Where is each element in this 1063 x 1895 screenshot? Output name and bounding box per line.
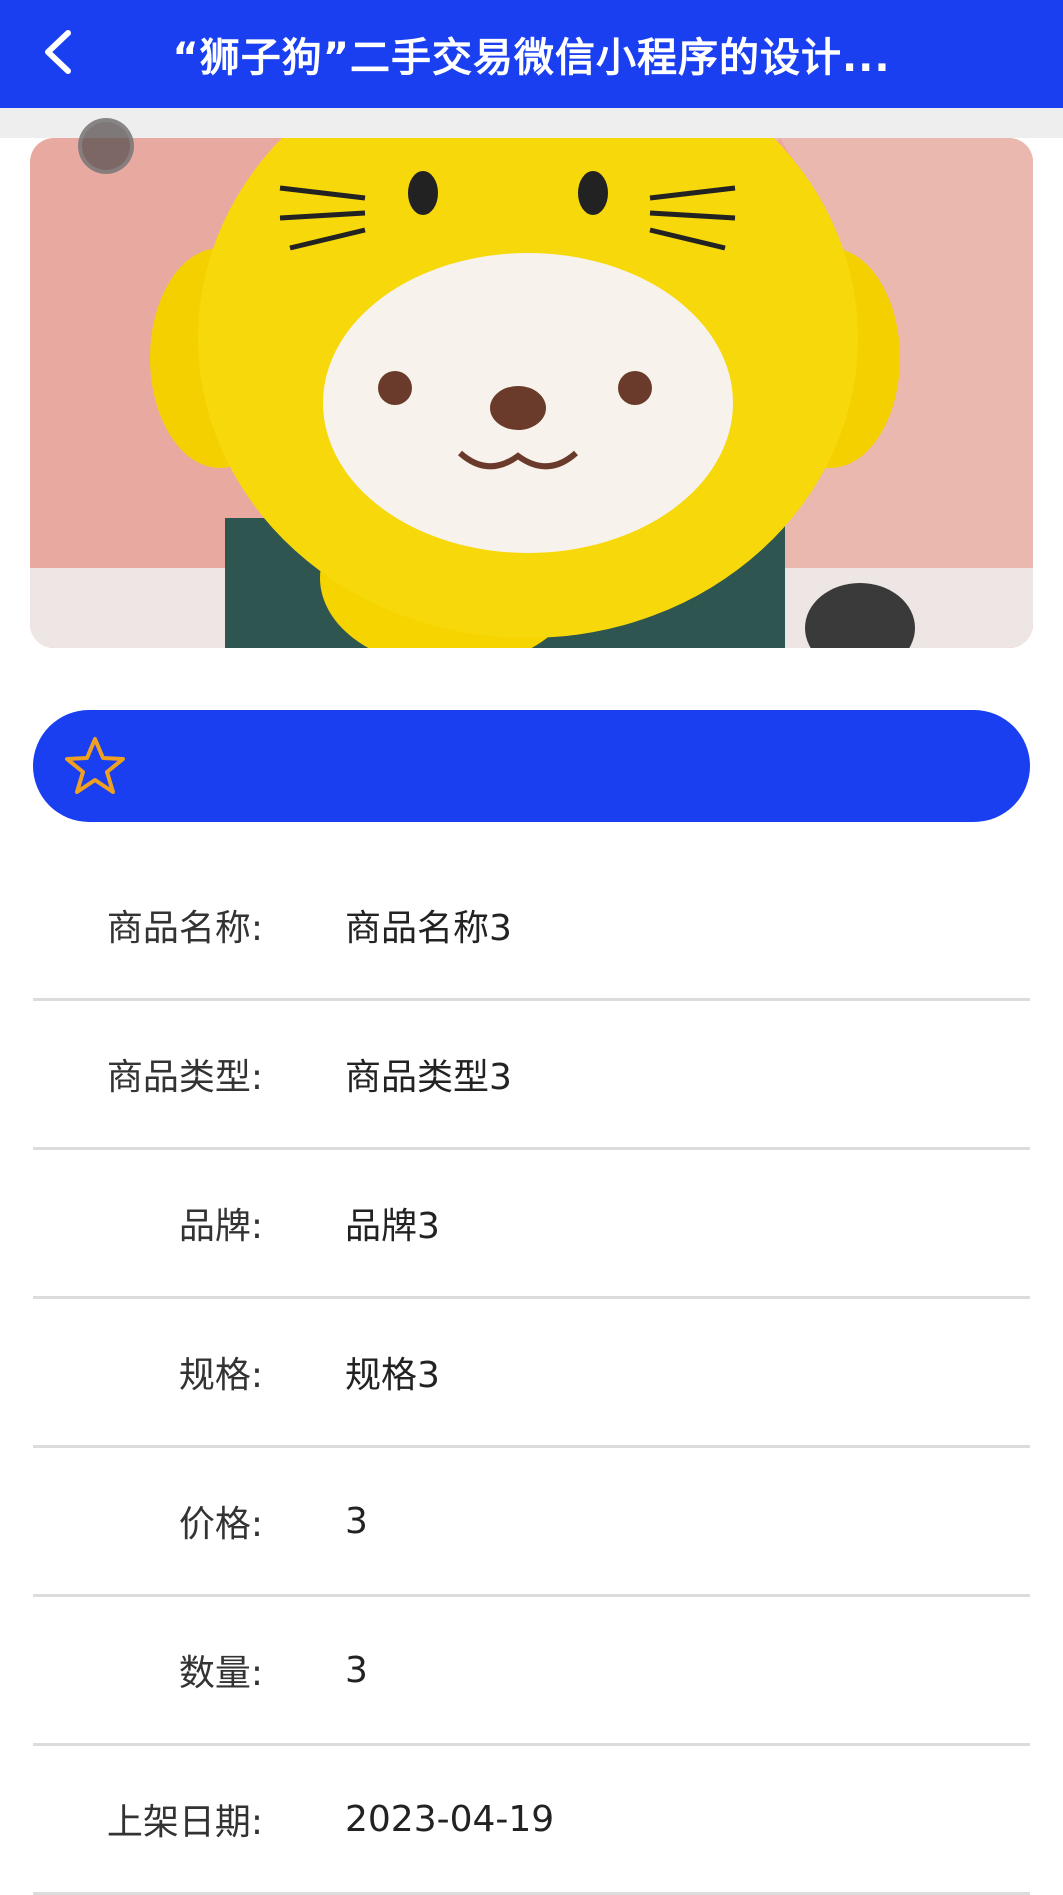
detail-row-brand: 品牌: 品牌3 bbox=[33, 1150, 1030, 1299]
detail-value: 商品名称3 bbox=[345, 908, 512, 949]
detail-row-price: 价格: 3 bbox=[33, 1448, 1030, 1597]
product-photo bbox=[30, 138, 1033, 648]
detail-label: 品牌: bbox=[178, 1206, 263, 1247]
detail-value: 品牌3 bbox=[345, 1206, 440, 1247]
detail-value: 商品类型3 bbox=[345, 1057, 512, 1098]
product-image bbox=[30, 138, 1033, 648]
detail-label: 价格: bbox=[178, 1504, 263, 1545]
detail-row-quantity: 数量: 3 bbox=[33, 1597, 1030, 1746]
back-button[interactable] bbox=[28, 22, 88, 82]
chevron-left-icon bbox=[45, 30, 71, 74]
product-details: 商品名称: 商品名称3 商品类型: 商品类型3 品牌: 品牌3 规格: 规格3 … bbox=[33, 852, 1030, 1895]
page-title: “狮子狗”二手交易微信小程序的设计... bbox=[172, 35, 891, 81]
detail-label: 商品名称: bbox=[106, 908, 263, 949]
detail-row-name: 商品名称: 商品名称3 bbox=[33, 852, 1030, 1001]
detail-row-date: 上架日期: 2023-04-19 bbox=[33, 1746, 1030, 1895]
divider bbox=[0, 108, 1063, 138]
detail-value: 规格3 bbox=[345, 1355, 440, 1396]
top-navbar: “狮子狗”二手交易微信小程序的设计... bbox=[0, 0, 1063, 108]
detail-label: 上架日期: bbox=[106, 1802, 263, 1843]
detail-value: 3 bbox=[345, 1649, 368, 1691]
detail-row-spec: 规格: 规格3 bbox=[33, 1299, 1030, 1448]
detail-label: 规格: bbox=[178, 1355, 263, 1396]
detail-value: 2023-04-19 bbox=[345, 1798, 555, 1840]
favorite-bar bbox=[33, 710, 1030, 822]
detail-label: 数量: bbox=[178, 1653, 263, 1694]
detail-label: 商品类型: bbox=[106, 1057, 263, 1098]
detail-value: 3 bbox=[345, 1500, 368, 1542]
star-outline-icon[interactable] bbox=[63, 734, 127, 798]
carousel-indicator[interactable] bbox=[78, 118, 134, 174]
detail-row-type: 商品类型: 商品类型3 bbox=[33, 1001, 1030, 1150]
